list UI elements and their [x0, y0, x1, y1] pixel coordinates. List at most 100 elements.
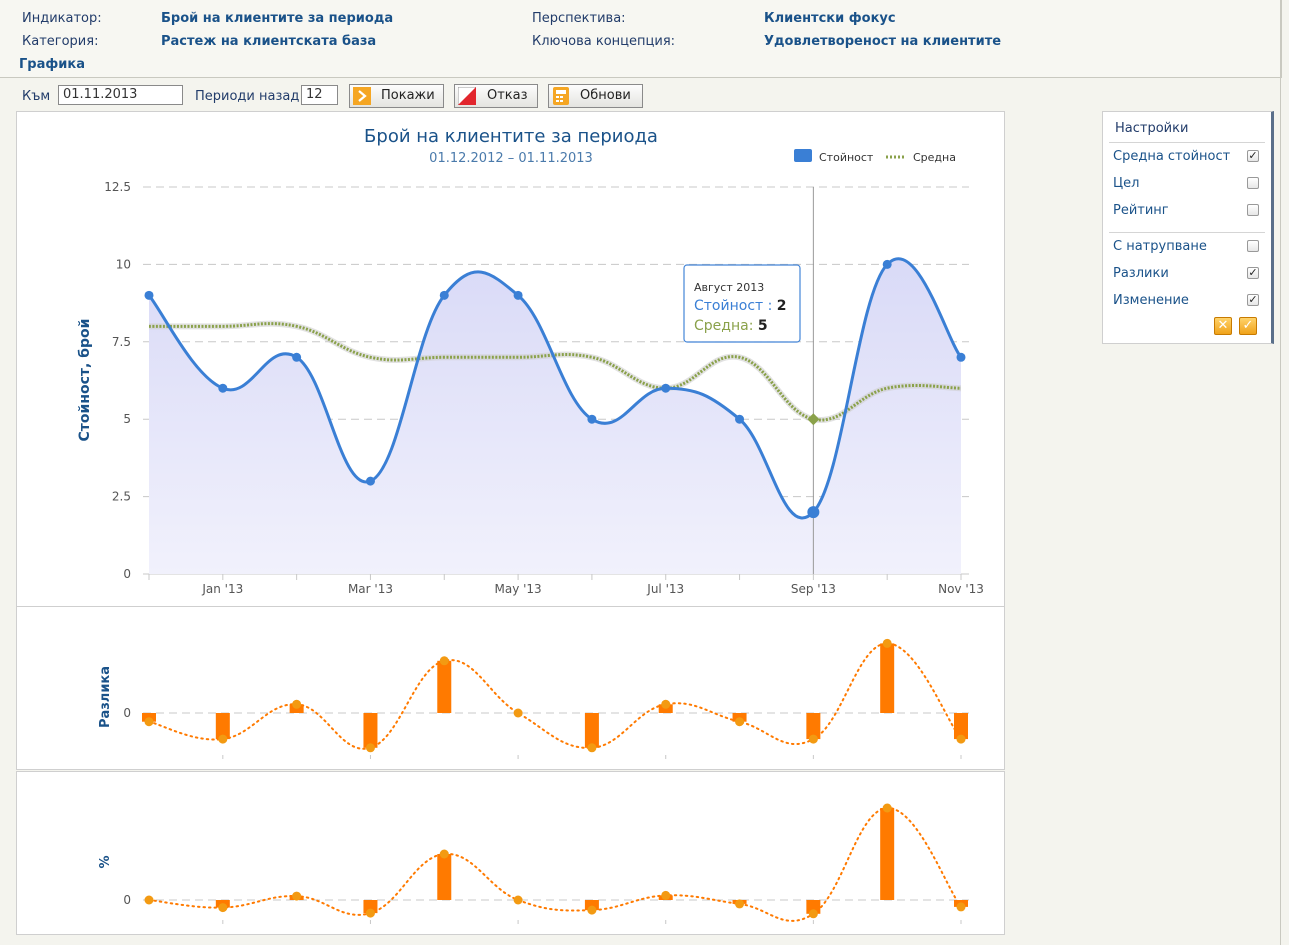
settings-panel: Настройки Средна стойност ✓ Цел Рейтинг С…: [1102, 111, 1274, 344]
point: [513, 708, 523, 718]
periods-label: Периоди назад: [195, 89, 300, 104]
change-chart-panel: 0%: [16, 771, 1005, 935]
value-point: [882, 259, 892, 269]
value-point: [365, 476, 375, 486]
divider: [1109, 232, 1265, 233]
main-chart-panel: Брой на клиентите за периода 01.12.2012 –…: [16, 111, 1005, 608]
indicator-value: Брой на клиентите за периода: [161, 11, 394, 26]
bar: [363, 713, 378, 748]
checkbox-rating[interactable]: [1247, 204, 1259, 216]
concept-value: Удовлетвореност на клиентите: [764, 34, 1002, 49]
value-point: [956, 352, 966, 362]
cancel-button-label: Отказ: [487, 88, 528, 103]
chart-subtitle: 01.12.2012 – 01.11.2013: [429, 151, 593, 166]
setting-label: Изменение: [1113, 293, 1189, 308]
indicator-label: Индикатор:: [22, 11, 102, 26]
tooltip-avg: 5: [758, 318, 768, 334]
tooltip-value: 2: [777, 298, 787, 314]
indicator-header: Индикатор: Брой на клиентите за периода …: [0, 0, 1282, 78]
value-point: [735, 414, 745, 424]
category-label: Категория:: [22, 34, 99, 49]
y-tick-label: 5: [123, 412, 131, 426]
point: [218, 734, 228, 744]
cancel-button[interactable]: Отказ: [454, 84, 538, 108]
refresh-button[interactable]: Обнови: [548, 84, 643, 108]
value-point: [292, 352, 302, 362]
point: [808, 909, 818, 919]
right-border: [1280, 0, 1281, 945]
point: [365, 908, 375, 918]
x-tick-label: May '13: [494, 582, 541, 596]
setting-label: Разлики: [1113, 266, 1169, 281]
point: [144, 717, 154, 727]
to-date-input[interactable]: [58, 85, 183, 105]
value-point: [218, 383, 228, 393]
change-chart: 0%: [98, 803, 969, 924]
y-tick-label: 12.5: [104, 180, 131, 194]
periods-input[interactable]: [301, 85, 338, 105]
settings-title: Настройки: [1115, 121, 1189, 136]
setting-rating[interactable]: Рейтинг: [1113, 201, 1261, 221]
checkbox-average[interactable]: ✓: [1247, 150, 1259, 162]
point: [808, 734, 818, 744]
setting-change[interactable]: Изменение ✓: [1113, 291, 1261, 311]
main-chart: Брой на клиентите за периода 01.12.2012 –…: [77, 126, 984, 596]
bar: [584, 713, 599, 748]
concept-label: Ключова концепция:: [532, 34, 676, 49]
x-tick-label: Mar '13: [348, 582, 393, 596]
to-label: Към: [22, 89, 51, 104]
tooltip-value-label: Стойност :: [694, 298, 777, 314]
setting-label: Средна стойност: [1113, 149, 1231, 164]
setting-differences[interactable]: Разлики ✓: [1113, 264, 1261, 284]
point: [439, 849, 449, 859]
value-point: [513, 290, 523, 300]
y-tick-label: 0: [123, 567, 131, 581]
value-point: [439, 290, 449, 300]
tooltip-month: Август 2013: [694, 281, 764, 294]
legend-average-label: Средна: [913, 151, 956, 164]
value-point: [661, 383, 671, 393]
y-axis-title: Разлика: [98, 666, 113, 728]
point: [735, 899, 745, 909]
chart-title: Брой на клиентите за периода: [364, 126, 658, 147]
setting-label: С натрупване: [1113, 239, 1207, 254]
show-button-label: Покажи: [381, 88, 435, 103]
bar: [880, 808, 895, 900]
point: [587, 743, 597, 753]
calculator-icon: [553, 87, 569, 105]
y-tick-label: 0: [123, 893, 131, 907]
tooltip-avg-label: Средна:: [694, 318, 758, 334]
x-tick-label: Nov '13: [938, 582, 984, 596]
diff-chart-panel: 0 Разлика: [16, 606, 1005, 770]
bar: [437, 660, 452, 713]
category-value: Растеж на клиентската база: [161, 34, 377, 49]
cancel-icon: [458, 87, 476, 105]
tooltip-value-row: Стойност : 2: [694, 298, 787, 314]
bar: [880, 643, 895, 713]
value-point: [144, 290, 154, 300]
show-button[interactable]: Покажи: [349, 84, 444, 108]
checkbox-change[interactable]: ✓: [1247, 294, 1259, 306]
point: [882, 803, 892, 813]
checkbox-differences[interactable]: ✓: [1247, 267, 1259, 279]
trend-line: [148, 642, 962, 750]
point: [144, 895, 154, 905]
x-tick-label: Jan '13: [201, 582, 243, 596]
toolbar: Към Периоди назад Покажи Отказ Обнови: [0, 82, 1281, 112]
checkbox-cumulative[interactable]: [1247, 240, 1259, 252]
tooltip-avg-row: Средна: 5: [694, 318, 768, 334]
tooltip: Август 2013 Стойност : 2 Средна: 5: [683, 264, 801, 343]
point: [661, 890, 671, 900]
y-tick-label: 10: [116, 257, 131, 271]
refresh-button-label: Обнови: [580, 88, 631, 103]
setting-cumulative[interactable]: С натрупване: [1113, 237, 1261, 257]
checkbox-target[interactable]: [1247, 177, 1259, 189]
close-settings-button[interactable]: ✕: [1214, 317, 1232, 335]
y-tick-label: 7.5: [112, 335, 131, 349]
x-tick-label: Sep '13: [791, 582, 836, 596]
setting-target[interactable]: Цел: [1113, 174, 1261, 194]
apply-settings-button[interactable]: ✓: [1239, 317, 1257, 335]
setting-average[interactable]: Средна стойност ✓: [1113, 147, 1261, 167]
y-tick-label: 2.5: [112, 490, 131, 504]
diff-chart: 0 Разлика: [98, 638, 969, 759]
